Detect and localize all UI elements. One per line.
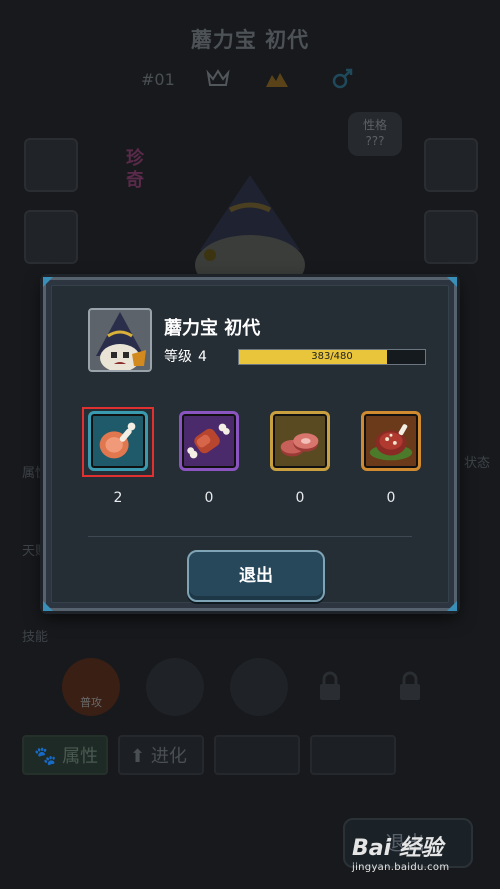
skills-section-label: 技能 bbox=[22, 630, 49, 645]
rarity-label: 珍奇 bbox=[126, 148, 144, 191]
element-earth-icon bbox=[266, 73, 288, 87]
food-item-steak-slices[interactable] bbox=[270, 411, 330, 471]
baidu-watermark: Bai 经验 jingyan.baidu.com bbox=[352, 830, 492, 873]
meat-bone-icon bbox=[187, 423, 230, 459]
status-section-label: 状态 bbox=[464, 456, 491, 471]
steak-slices-icon bbox=[280, 433, 319, 457]
equip-slot[interactable] bbox=[24, 138, 78, 192]
roast-platter-icon bbox=[369, 424, 413, 461]
paw-icon: 🐾 bbox=[34, 746, 57, 767]
food-item-ham[interactable] bbox=[88, 411, 148, 471]
locked-tab-button[interactable] bbox=[310, 735, 396, 775]
evolve-tab-button[interactable]: ⬆ 进化 bbox=[118, 735, 204, 775]
food-count-roast-platter: 0 bbox=[386, 490, 396, 506]
dialog-divider bbox=[88, 536, 412, 537]
level-value: 4 bbox=[198, 349, 207, 365]
skill-basic-attack-label: 普攻 bbox=[80, 696, 102, 709]
food-item-meat-bone[interactable] bbox=[179, 411, 239, 471]
pet-creature-image bbox=[195, 175, 305, 280]
skill-slot[interactable] bbox=[146, 658, 204, 716]
food-count-steak-slices: 0 bbox=[295, 490, 305, 506]
equip-slot[interactable] bbox=[24, 210, 78, 264]
xp-progress-text: 383/480 bbox=[311, 351, 353, 362]
background-pet-title: 蘑力宝 初代 bbox=[190, 28, 310, 52]
evolve-tab-label: 进化 bbox=[150, 746, 187, 767]
male-gender-icon bbox=[332, 68, 353, 89]
trait-badge[interactable]: 性格 ??? bbox=[348, 112, 402, 156]
lock-icon bbox=[320, 671, 340, 700]
background-pet-id: #01 bbox=[141, 70, 175, 89]
attributes-tab-button[interactable]: 🐾 属性 bbox=[22, 735, 108, 775]
equip-slot[interactable] bbox=[424, 210, 478, 264]
food-count-meat-bone: 0 bbox=[204, 490, 214, 506]
lock-icon bbox=[400, 671, 420, 700]
locked-tab-button[interactable] bbox=[214, 735, 300, 775]
level-label: 等级 bbox=[164, 349, 192, 365]
baidu-logo: Bai 经验 bbox=[352, 836, 443, 861]
skill-slot[interactable] bbox=[230, 658, 288, 716]
feed-dialog: 蘑力宝 初代 等级 4 383/480 2 0 0 0 退出 bbox=[43, 277, 457, 611]
dialog-corner bbox=[447, 601, 457, 611]
attributes-tab-label: 属性 bbox=[62, 746, 99, 767]
dialog-panel: 蘑力宝 初代 等级 4 383/480 2 0 0 0 退出 bbox=[51, 285, 449, 603]
skill-basic-attack[interactable]: 普攻 bbox=[62, 658, 120, 716]
pet-avatar bbox=[88, 308, 152, 372]
arrow-up-icon: ⬆ bbox=[130, 746, 146, 767]
trait-value: ??? bbox=[365, 134, 385, 148]
level-row: 等级 4 bbox=[164, 346, 207, 366]
pet-avatar-image bbox=[90, 310, 150, 370]
food-item-roast-platter[interactable] bbox=[361, 411, 421, 471]
pet-name: 蘑力宝 初代 bbox=[164, 318, 261, 339]
food-count-ham: 2 bbox=[113, 490, 123, 506]
baidu-url: jingyan.baidu.com bbox=[352, 862, 450, 873]
equip-slot[interactable] bbox=[424, 138, 478, 192]
trait-label: 性格 bbox=[362, 118, 387, 132]
crown-icon bbox=[206, 69, 230, 86]
exit-button[interactable]: 退出 bbox=[187, 550, 325, 602]
xp-progress-bar: 383/480 bbox=[238, 349, 426, 365]
ham-icon bbox=[99, 422, 136, 459]
